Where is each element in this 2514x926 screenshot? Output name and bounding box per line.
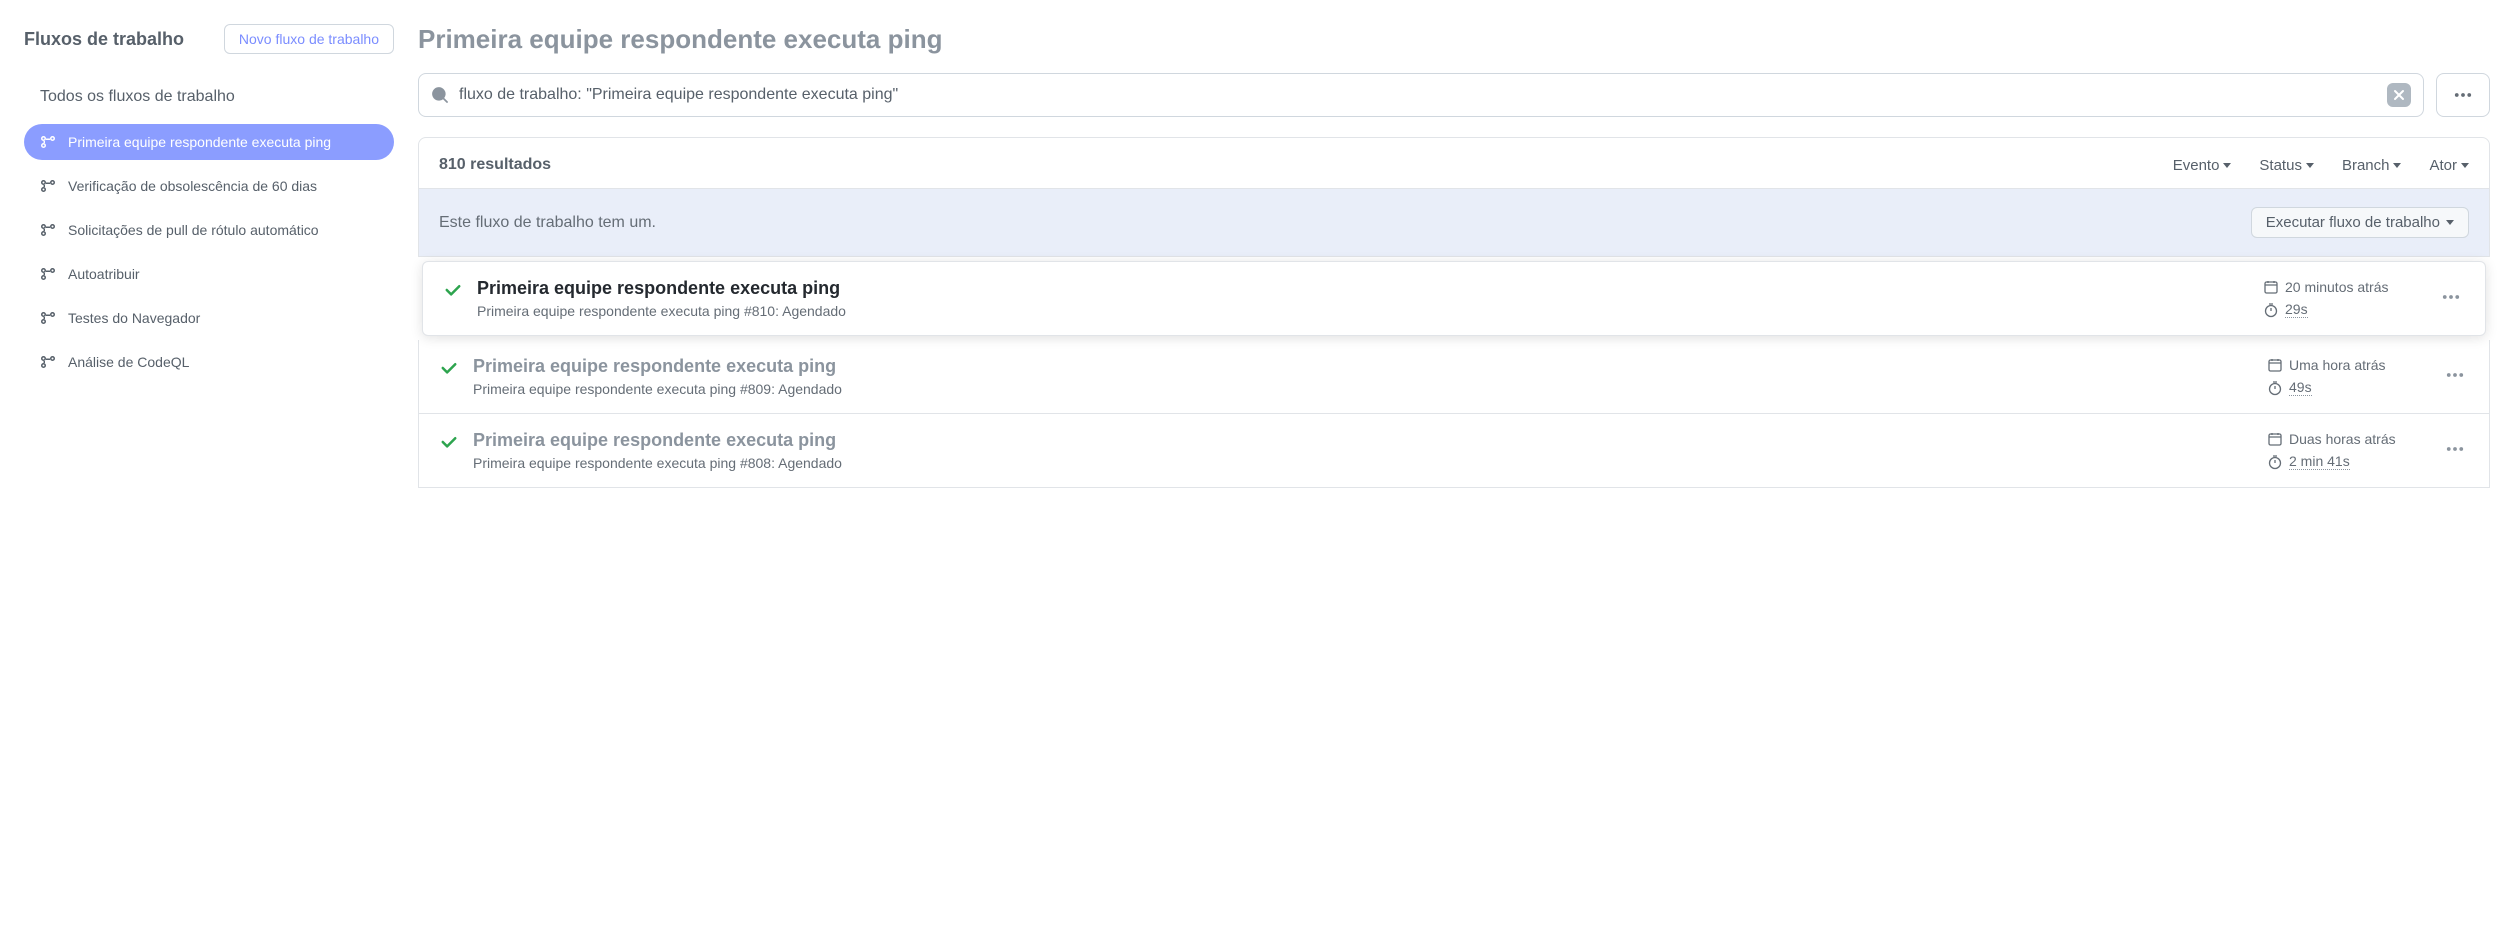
success-check-icon [443, 280, 463, 303]
run-main: Primeira equipe respondente executa ping… [473, 356, 2253, 397]
caret-down-icon [2461, 163, 2469, 168]
sidebar-item-label: Testes do Navegador [68, 310, 200, 326]
filters: Evento Status Branch Ator [2173, 157, 2469, 174]
dispatch-text: Este fluxo de trabalho tem um. [439, 214, 656, 232]
sidebar-item-codeql[interactable]: Análise de CodeQL [24, 344, 394, 380]
calendar-icon [2267, 357, 2283, 373]
sidebar-item-stale[interactable]: Verificação de obsolescência de 60 dias [24, 168, 394, 204]
sidebar-item-autolabel[interactable]: Solicitações de pull de rótulo automátic… [24, 212, 394, 248]
filter-label: Status [2259, 157, 2302, 174]
calendar-icon [2263, 279, 2279, 295]
sidebar-item-label: Análise de CodeQL [68, 354, 189, 370]
filter-actor[interactable]: Ator [2429, 157, 2469, 174]
sidebar-item-label: Solicitações de pull de rótulo automátic… [68, 222, 319, 238]
workflow-icon [40, 354, 56, 370]
run-options-button[interactable] [2441, 361, 2469, 392]
workflow-icon [40, 310, 56, 326]
run-item[interactable]: Primeira equipe respondente executa ping… [422, 261, 2486, 336]
dispatch-row: Este fluxo de trabalho tem um. Executar … [418, 189, 2490, 257]
run-workflow-label: Executar fluxo de trabalho [2266, 214, 2440, 231]
filter-branch[interactable]: Branch [2342, 157, 2402, 174]
run-meta: Uma hora atrás 49s [2267, 357, 2427, 396]
sidebar-item-first-responder[interactable]: Primeira equipe respondente executa ping [24, 124, 394, 160]
run-meta: Duas horas atrás 2 min 41s [2267, 431, 2427, 470]
calendar-icon [2267, 431, 2283, 447]
results-header: 810 resultados Evento Status Branch Ator [418, 137, 2490, 189]
search-input[interactable] [459, 86, 2377, 104]
sidebar-all-workflows[interactable]: Todos os fluxos de trabalho [24, 78, 394, 116]
sidebar-all-label: Todos os fluxos de trabalho [40, 88, 235, 106]
run-subtitle: Primeira equipe respondente executa ping… [473, 455, 2253, 471]
run-duration: 49s [2289, 379, 2312, 396]
run-item[interactable]: Primeira equipe respondente executa ping… [418, 414, 2490, 488]
sidebar-item-label: Verificação de obsolescência de 60 dias [68, 178, 317, 194]
search-box[interactable] [418, 73, 2424, 117]
kebab-icon [2453, 85, 2473, 105]
run-main: Primeira equipe respondente executa ping… [473, 430, 2253, 471]
sidebar-item-browser-tests[interactable]: Testes do Navegador [24, 300, 394, 336]
clear-search-button[interactable] [2387, 83, 2411, 107]
filter-label: Evento [2173, 157, 2220, 174]
caret-down-icon [2393, 163, 2401, 168]
sidebar-item-autoassign[interactable]: Autoatribuir [24, 256, 394, 292]
run-time: Uma hora atrás [2289, 357, 2385, 373]
run-options-button[interactable] [2441, 435, 2469, 466]
results-count: 810 resultados [439, 156, 551, 174]
stopwatch-icon [2267, 380, 2283, 396]
run-subtitle: Primeira equipe respondente executa ping… [477, 303, 2249, 319]
workflow-icon [40, 266, 56, 282]
run-subtitle: Primeira equipe respondente executa ping… [473, 381, 2253, 397]
kebab-icon [2445, 365, 2465, 385]
workflow-icon [40, 134, 56, 150]
sidebar-header: Fluxos de trabalho Novo fluxo de trabalh… [24, 24, 394, 54]
caret-down-icon [2223, 163, 2231, 168]
run-options-button[interactable] [2437, 283, 2465, 314]
run-workflow-button[interactable]: Executar fluxo de trabalho [2251, 207, 2469, 238]
run-time: Duas horas atrás [2289, 431, 2396, 447]
toolbar [418, 73, 2490, 117]
sidebar-title: Fluxos de trabalho [24, 29, 184, 50]
run-item[interactable]: Primeira equipe respondente executa ping… [418, 340, 2490, 414]
page-title: Primeira equipe respondente executa ping [418, 24, 2490, 55]
run-duration: 2 min 41s [2289, 453, 2350, 470]
run-title: Primeira equipe respondente executa ping [473, 356, 2253, 377]
workflow-icon [40, 178, 56, 194]
run-duration: 29s [2285, 301, 2308, 318]
success-check-icon [439, 358, 459, 381]
main-content: Primeira equipe respondente executa ping… [418, 24, 2490, 488]
kebab-icon [2445, 439, 2465, 459]
workflow-icon [40, 222, 56, 238]
filter-status[interactable]: Status [2259, 157, 2314, 174]
run-time: 20 minutos atrás [2285, 279, 2389, 295]
stopwatch-icon [2263, 302, 2279, 318]
sidebar-item-label: Primeira equipe respondente executa ping [68, 134, 331, 150]
run-title: Primeira equipe respondente executa ping [473, 430, 2253, 451]
caret-down-icon [2446, 220, 2454, 225]
kebab-icon [2441, 287, 2461, 307]
success-check-icon [439, 432, 459, 455]
sidebar: Fluxos de trabalho Novo fluxo de trabalh… [24, 24, 394, 488]
more-options-button[interactable] [2436, 73, 2490, 117]
caret-down-icon [2306, 163, 2314, 168]
sidebar-item-label: Autoatribuir [68, 266, 140, 282]
new-workflow-button[interactable]: Novo fluxo de trabalho [224, 24, 394, 54]
stopwatch-icon [2267, 454, 2283, 470]
run-main: Primeira equipe respondente executa ping… [477, 278, 2249, 319]
run-title: Primeira equipe respondente executa ping [477, 278, 2249, 299]
x-icon [2393, 89, 2405, 101]
search-icon [431, 86, 449, 104]
filter-event[interactable]: Evento [2173, 157, 2232, 174]
run-meta: 20 minutos atrás 29s [2263, 279, 2423, 318]
filter-label: Ator [2429, 157, 2457, 174]
filter-label: Branch [2342, 157, 2390, 174]
